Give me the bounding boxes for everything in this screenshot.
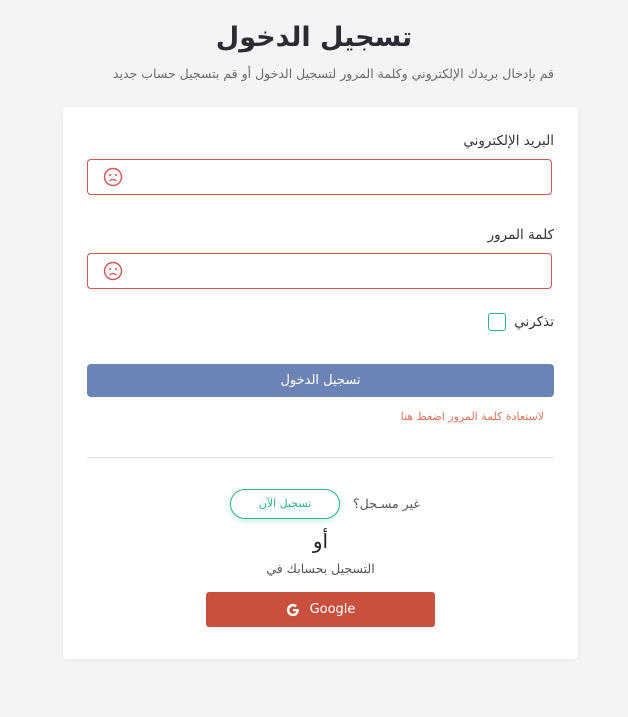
forgot-password-link[interactable]: لاستعادة كلمة المرور اضغط هنا	[401, 410, 544, 423]
google-g-icon	[286, 603, 299, 616]
google-signin-button[interactable]: Google	[206, 592, 435, 627]
email-label: البريد الإلكتروني	[463, 133, 554, 149]
remember-me[interactable]: تذكرني	[488, 313, 554, 331]
not-registered-text: غير مسـجل؟	[353, 496, 420, 511]
password-field-wrapper	[87, 253, 552, 289]
email-field-wrapper	[87, 159, 552, 195]
google-button-label: Google	[309, 602, 356, 617]
email-field[interactable]	[88, 160, 551, 194]
page-title: تسجيل الدخول	[215, 22, 413, 53]
sad-face-icon	[103, 261, 123, 281]
divider	[87, 457, 554, 458]
login-button[interactable]: تسجيل الدخول	[87, 364, 554, 397]
remember-checkbox[interactable]	[488, 313, 507, 331]
page-subtitle: قم بإدخال بريدك الإلكتروني وكلمة المرور …	[112, 66, 554, 81]
social-signup-prompt: التسجيل بحسابك في	[266, 561, 375, 576]
sad-face-icon	[103, 167, 123, 187]
login-card: البريد الإلكتروني كلمة المرور تذكرني تسج…	[63, 107, 578, 659]
or-separator: أو	[312, 529, 329, 553]
register-now-button[interactable]: تسجيل الآن	[230, 489, 340, 519]
remember-label: تذكرني	[514, 314, 554, 330]
password-field[interactable]	[88, 254, 551, 288]
password-label: كلمة المرور	[487, 227, 554, 243]
